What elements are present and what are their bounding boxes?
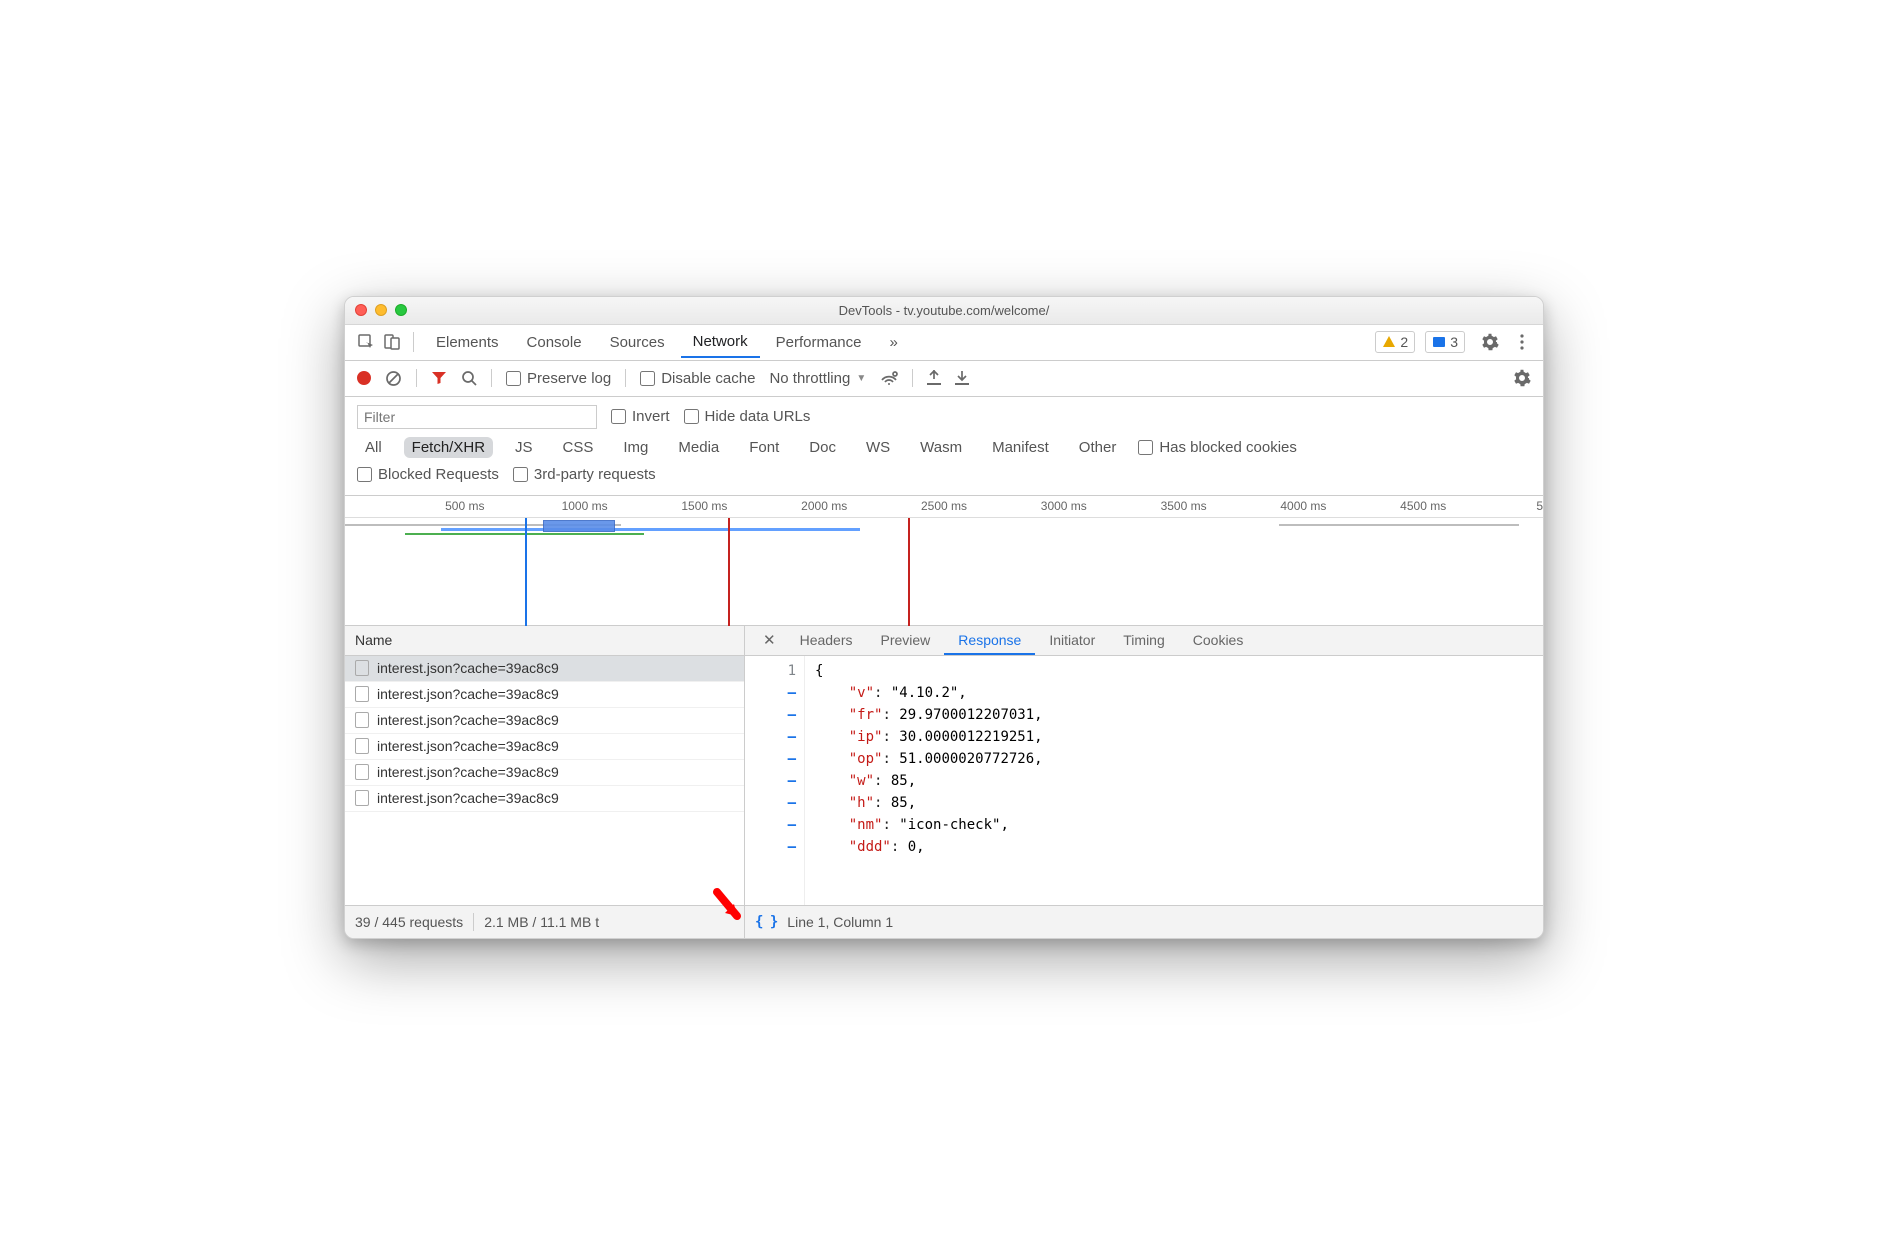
filter-type-media[interactable]: Media — [670, 437, 727, 458]
close-window-button[interactable] — [355, 304, 367, 316]
tab-performance[interactable]: Performance — [764, 328, 874, 357]
filter-type-font[interactable]: Font — [741, 437, 787, 458]
filter-icon[interactable] — [431, 370, 447, 386]
filter-type-ws[interactable]: WS — [858, 437, 898, 458]
name-column-header[interactable]: Name — [345, 626, 744, 656]
devtools-window: DevTools - tv.youtube.com/welcome/ Eleme… — [344, 296, 1544, 939]
record-button[interactable] — [357, 371, 371, 385]
close-detail-button[interactable]: ✕ — [753, 626, 786, 654]
timeline-tick: 50 — [1536, 499, 1544, 513]
document-icon — [355, 764, 369, 780]
network-conditions-icon[interactable] — [880, 371, 898, 385]
clear-icon[interactable] — [385, 370, 402, 387]
filter-type-other[interactable]: Other — [1071, 437, 1125, 458]
import-har-icon[interactable] — [927, 370, 941, 386]
document-icon — [355, 660, 369, 676]
timeline-tick: 3500 ms — [1161, 499, 1207, 513]
filter-type-wasm[interactable]: Wasm — [912, 437, 970, 458]
request-row[interactable]: interest.json?cache=39ac8c9 — [345, 656, 744, 682]
timeline-tick: 4000 ms — [1280, 499, 1326, 513]
filter-input[interactable] — [357, 405, 597, 429]
detail-tabs: ✕ HeadersPreviewResponseInitiatorTimingC… — [745, 626, 1543, 656]
request-row[interactable]: interest.json?cache=39ac8c9 — [345, 786, 744, 812]
info-badge[interactable]: 3 — [1425, 331, 1465, 353]
filter-type-fetchxhr[interactable]: Fetch/XHR — [404, 437, 493, 458]
request-row[interactable]: interest.json?cache=39ac8c9 — [345, 734, 744, 760]
tab-sources[interactable]: Sources — [598, 328, 677, 357]
minimize-window-button[interactable] — [375, 304, 387, 316]
inspect-element-icon[interactable] — [355, 333, 377, 351]
detail-tab-preview[interactable]: Preview — [867, 627, 945, 654]
status-bar: 39 / 445 requests 2.1 MB / 11.1 MB t { }… — [345, 906, 1543, 938]
timeline-tick: 2000 ms — [801, 499, 847, 513]
tab-network[interactable]: Network — [681, 327, 760, 358]
panel-tabs: ElementsConsoleSourcesNetworkPerformance… — [345, 325, 1543, 361]
device-toggle-icon[interactable] — [381, 333, 403, 351]
response-body[interactable]: 1–––––––– { "v": "4.10.2", "fr": 29.9700… — [745, 656, 1543, 905]
timeline-tick: 3000 ms — [1041, 499, 1087, 513]
detail-tab-timing[interactable]: Timing — [1109, 627, 1179, 654]
filter-bar: Invert Hide data URLs All Fetch/XHR JS CSS I… — [345, 397, 1543, 496]
document-icon — [355, 738, 369, 754]
filter-type-doc[interactable]: Doc — [801, 437, 844, 458]
timeline-tick: 4500 ms — [1400, 499, 1446, 513]
document-icon — [355, 790, 369, 806]
pretty-print-button[interactable]: { } — [755, 914, 777, 930]
filter-type-css[interactable]: CSS — [555, 437, 602, 458]
filter-type-js[interactable]: JS — [507, 437, 541, 458]
warnings-badge[interactable]: 2 — [1375, 331, 1415, 353]
more-tabs-button[interactable]: » — [878, 328, 910, 357]
request-list: Name interest.json?cache=39ac8c9interest… — [345, 626, 745, 905]
settings-icon[interactable] — [1479, 333, 1501, 351]
third-party-checkbox[interactable]: 3rd-party requests — [513, 466, 656, 483]
tab-console[interactable]: Console — [515, 328, 594, 357]
invert-checkbox[interactable]: Invert — [611, 408, 670, 425]
detail-tab-cookies[interactable]: Cookies — [1179, 627, 1258, 654]
request-row[interactable]: interest.json?cache=39ac8c9 — [345, 708, 744, 734]
filter-type-manifest[interactable]: Manifest — [984, 437, 1057, 458]
main-panel: Name interest.json?cache=39ac8c9interest… — [345, 626, 1543, 906]
waterfall-overview[interactable]: 500 ms 1000 ms 1500 ms 2000 ms 2500 ms 3000 m… — [345, 496, 1543, 626]
search-icon[interactable] — [461, 370, 477, 386]
window-title: DevTools - tv.youtube.com/welcome/ — [345, 303, 1543, 318]
network-toolbar: Preserve log Disable cache No throttling… — [345, 361, 1543, 397]
detail-tab-response[interactable]: Response — [944, 627, 1035, 655]
request-detail: ✕ HeadersPreviewResponseInitiatorTimingC… — [745, 626, 1543, 905]
hide-data-urls-checkbox[interactable]: Hide data URLs — [684, 408, 811, 425]
cursor-position: Line 1, Column 1 — [787, 914, 893, 930]
network-settings-icon[interactable] — [1513, 369, 1531, 387]
request-row[interactable]: interest.json?cache=39ac8c9 — [345, 760, 744, 786]
disable-cache-checkbox[interactable]: Disable cache — [640, 370, 755, 387]
timeline-tick: 1000 ms — [562, 499, 608, 513]
filter-type-img[interactable]: Img — [615, 437, 656, 458]
has-blocked-cookies-checkbox[interactable]: Has blocked cookies — [1138, 439, 1297, 456]
titlebar: DevTools - tv.youtube.com/welcome/ — [345, 297, 1543, 325]
detail-tab-headers[interactable]: Headers — [786, 627, 867, 654]
info-count: 3 — [1450, 334, 1458, 350]
tab-elements[interactable]: Elements — [424, 328, 511, 357]
traffic-lights — [355, 304, 407, 316]
warnings-count: 2 — [1400, 334, 1408, 350]
document-icon — [355, 712, 369, 728]
export-har-icon[interactable] — [955, 370, 969, 386]
transfer-size: 2.1 MB / 11.1 MB t — [484, 914, 599, 930]
detail-tab-initiator[interactable]: Initiator — [1035, 627, 1109, 654]
request-count: 39 / 445 requests — [355, 914, 463, 930]
throttling-select[interactable]: No throttling ▼ — [769, 370, 866, 387]
document-icon — [355, 686, 369, 702]
maximize-window-button[interactable] — [395, 304, 407, 316]
timeline-tick: 500 ms — [445, 499, 484, 513]
filter-type-all[interactable]: All — [357, 437, 390, 458]
blocked-requests-checkbox[interactable]: Blocked Requests — [357, 466, 499, 483]
timeline-tick: 1500 ms — [681, 499, 727, 513]
preserve-log-checkbox[interactable]: Preserve log — [506, 370, 611, 387]
request-row[interactable]: interest.json?cache=39ac8c9 — [345, 682, 744, 708]
more-menu-icon[interactable] — [1511, 333, 1533, 351]
timeline-tick: 2500 ms — [921, 499, 967, 513]
